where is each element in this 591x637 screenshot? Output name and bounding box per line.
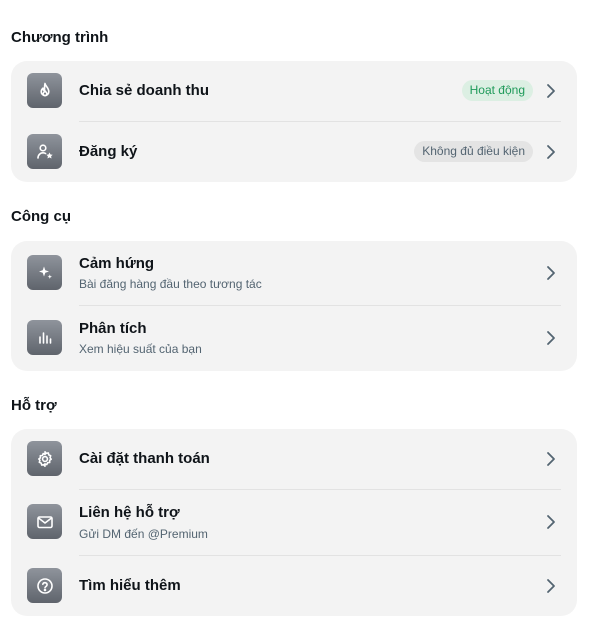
tools-card: Cảm hứng Bài đăng hàng đầu theo tương tá… [11, 241, 577, 371]
support-card: Cài đặt thanh toán Liên hệ hỗ trợ Gửi DM… [11, 429, 577, 616]
row-label: Cảm hứng [79, 255, 155, 272]
chevron-right-icon [545, 265, 557, 281]
chevron-right-icon [545, 144, 557, 160]
chevron-right-icon [545, 83, 557, 99]
mail-icon [27, 504, 62, 539]
row-label: Chia sẻ doanh thu [79, 82, 210, 99]
row-label: Cài đặt thanh toán [79, 450, 210, 467]
row-subtitle: Gửi DM đến @Premium [79, 527, 208, 541]
row-label: Đăng ký [79, 143, 138, 160]
row-analytics[interactable]: Phân tích Xem hiệu suất của bạn [11, 306, 577, 371]
section-title-support: Hỗ trợ [11, 397, 57, 414]
gear-icon [27, 441, 62, 476]
row-label: Liên hệ hỗ trợ [79, 504, 180, 521]
row-subtitle: Bài đăng hàng đầu theo tương tác [79, 277, 262, 291]
row-payment-settings[interactable]: Cài đặt thanh toán [11, 429, 577, 489]
row-learn-more[interactable]: Tìm hiểu thêm [11, 556, 577, 616]
bar-chart-icon [27, 320, 62, 355]
chevron-right-icon [545, 514, 557, 530]
row-inspiration[interactable]: Cảm hứng Bài đăng hàng đầu theo tương tá… [11, 241, 577, 305]
status-badge-ineligible: Không đủ điều kiện [414, 141, 533, 162]
row-subtitle: Xem hiệu suất của bạn [79, 342, 202, 356]
chevron-right-icon [545, 330, 557, 346]
row-label: Tìm hiểu thêm [79, 577, 181, 594]
row-subscription[interactable]: Đăng ký Không đủ điều kiện [11, 122, 577, 182]
section-title-programs: Chương trình [11, 29, 109, 46]
person-star-icon [27, 134, 62, 169]
status-badge-active: Hoạt động [461, 80, 533, 101]
row-revenue-sharing[interactable]: Chia sẻ doanh thu Hoạt động [11, 61, 577, 122]
programs-card: Chia sẻ doanh thu Hoạt động Đăng ký Khôn… [11, 61, 577, 182]
sparkle-icon [27, 255, 62, 290]
help-circle-icon [27, 568, 62, 603]
row-label: Phân tích [79, 320, 147, 337]
flame-icon [27, 73, 62, 108]
chevron-right-icon [545, 451, 557, 467]
chevron-right-icon [545, 578, 557, 594]
section-title-tools: Công cụ [11, 208, 71, 225]
row-contact-support[interactable]: Liên hệ hỗ trợ Gửi DM đến @Premium [11, 490, 577, 555]
